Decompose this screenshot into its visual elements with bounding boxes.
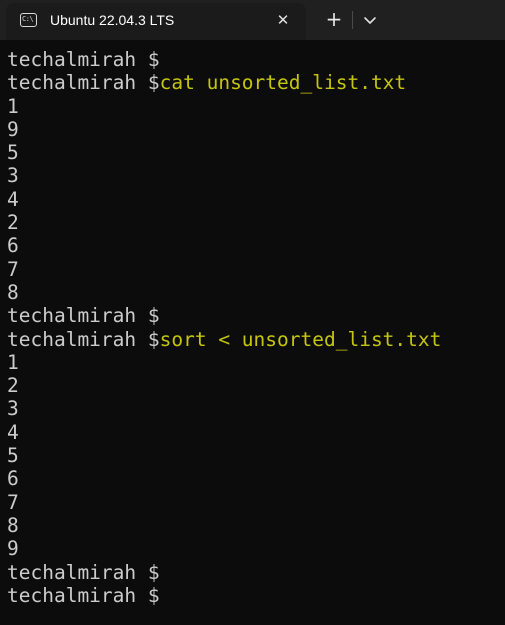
output-text: 6	[7, 467, 19, 491]
output-text: 5	[7, 444, 19, 468]
tab-dropdown-button[interactable]	[358, 8, 382, 32]
output-line: 9	[7, 537, 441, 560]
shell-prompt: techalmirah $	[7, 71, 160, 95]
output-line: 7	[7, 491, 441, 514]
output-text: 7	[7, 257, 19, 281]
output-line: 5	[7, 444, 441, 467]
shell-prompt: techalmirah $	[7, 560, 160, 584]
output-text: 1	[7, 350, 19, 374]
output-line: 8	[7, 281, 441, 304]
output-text: 8	[7, 280, 19, 304]
prompt-line: techalmirah $	[7, 48, 441, 71]
output-text: 6	[7, 234, 19, 258]
prompt-line: techalmirah $cat unsorted_list.txt	[7, 71, 441, 94]
output-line: 3	[7, 397, 441, 420]
output-line: 2	[7, 211, 441, 234]
title-bar: C:\ Ubuntu 22.04.3 LTS ✕ +	[0, 0, 505, 40]
prompt-line: techalmirah $	[7, 584, 441, 607]
output-text: 7	[7, 490, 19, 514]
prompt-line: techalmirah $sort < unsorted_list.txt	[7, 328, 441, 351]
output-text: 9	[7, 537, 19, 561]
output-text: 8	[7, 513, 19, 537]
command-text: cat unsorted_list.txt	[159, 71, 407, 95]
output-text: 4	[7, 420, 19, 444]
shell-prompt: techalmirah $	[7, 304, 160, 328]
output-line: 7	[7, 258, 441, 281]
output-line: 5	[7, 141, 441, 164]
output-text: 1	[7, 94, 19, 118]
output-text: 2	[7, 374, 19, 398]
output-line: 6	[7, 234, 441, 257]
chevron-down-icon	[364, 17, 376, 24]
terminal-output-area[interactable]: techalmirah $ techalmirah $cat unsorted_l…	[0, 40, 505, 625]
tab-separator	[352, 11, 353, 29]
terminal-icon: C:\	[20, 13, 37, 27]
output-line: 6	[7, 467, 441, 490]
output-line: 3	[7, 164, 441, 187]
shell-prompt: techalmirah $	[7, 327, 160, 351]
output-text: 3	[7, 397, 19, 421]
shell-prompt: techalmirah $	[7, 48, 160, 71]
prompt-line: techalmirah $	[7, 304, 441, 327]
output-line: 4	[7, 188, 441, 211]
close-icon[interactable]: ✕	[272, 9, 294, 31]
output-text: 3	[7, 164, 19, 188]
output-line: 8	[7, 514, 441, 537]
shell-prompt: techalmirah $	[7, 583, 160, 607]
output-text: 5	[7, 141, 19, 165]
output-line: 9	[7, 118, 441, 141]
prompt-line: techalmirah $	[7, 561, 441, 584]
output-line: 1	[7, 95, 441, 118]
output-text: 9	[7, 117, 19, 141]
new-tab-button[interactable]: +	[320, 6, 348, 34]
tab-ubuntu[interactable]: C:\ Ubuntu 22.04.3 LTS ✕	[6, 3, 306, 40]
output-line: 4	[7, 421, 441, 444]
terminal-lines: techalmirah $ techalmirah $cat unsorted_l…	[7, 48, 441, 607]
tab-title: Ubuntu 22.04.3 LTS	[50, 12, 175, 28]
output-line: 1	[7, 351, 441, 374]
plus-icon: +	[325, 7, 343, 31]
command-text: sort < unsorted_list.txt	[159, 327, 442, 351]
output-text: 4	[7, 187, 19, 211]
output-text: 2	[7, 211, 19, 235]
output-line: 2	[7, 374, 441, 397]
